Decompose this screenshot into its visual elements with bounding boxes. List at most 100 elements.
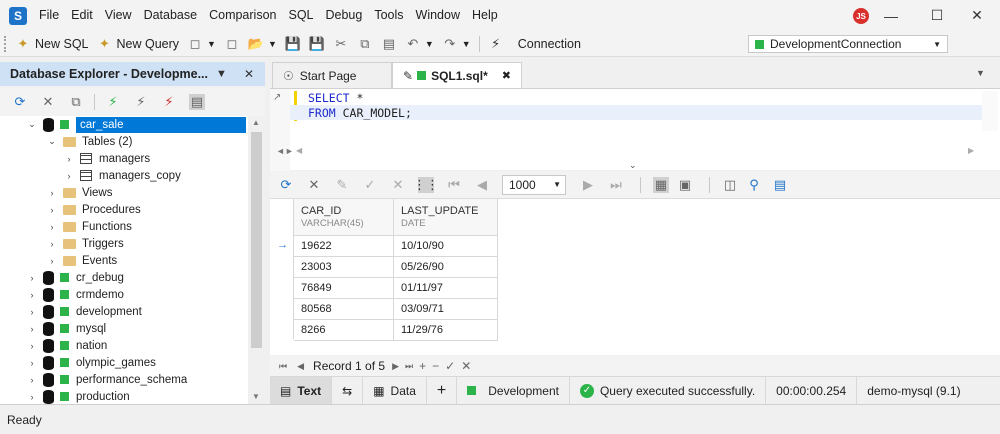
- redo-button[interactable]: ↷ ▼: [438, 33, 475, 55]
- first-page-icon[interactable]: ⏮: [446, 177, 462, 193]
- copy-button[interactable]: ⧉: [353, 33, 377, 55]
- explorer-scroll-thumb[interactable]: [251, 132, 262, 348]
- chevron-right-icon[interactable]: ›: [27, 307, 37, 317]
- close-panel-icon[interactable]: ✕: [244, 67, 254, 81]
- cut-button[interactable]: ✂: [329, 33, 353, 55]
- export-icon[interactable]: ▤: [772, 177, 788, 193]
- text-view-button[interactable]: ▤ Text: [270, 376, 333, 405]
- toolbar-grip[interactable]: [4, 35, 7, 52]
- duplicate-icon[interactable]: ⧉: [68, 94, 84, 110]
- tree-item-crmdemo[interactable]: › crmdemo: [27, 286, 124, 303]
- chevron-right-icon[interactable]: ›: [47, 239, 57, 249]
- close-window-icon[interactable]: ✕: [954, 0, 1000, 31]
- scroll-left-icon[interactable]: ◀: [296, 146, 302, 155]
- scroll-up-icon[interactable]: ▲: [252, 118, 260, 127]
- chevron-right-icon[interactable]: ›: [27, 392, 37, 402]
- tree-item-managers-copy[interactable]: › managers_copy: [64, 167, 181, 184]
- table-cell[interactable]: 05/26/90: [394, 257, 498, 278]
- scroll-right-icon[interactable]: ▶: [968, 146, 974, 155]
- tree-item-olympic-games[interactable]: › olympic_games: [27, 354, 156, 371]
- chevron-right-icon[interactable]: ›: [27, 290, 37, 300]
- tabs-overflow-icon[interactable]: ▼: [976, 68, 985, 78]
- tree-item-tables-2-[interactable]: ⌄ Tables (2): [47, 133, 132, 150]
- paste-button[interactable]: ▤: [377, 33, 401, 55]
- new-sql-button[interactable]: ✦ New SQL: [11, 33, 93, 55]
- editor-scrollbar[interactable]: [982, 91, 998, 131]
- next-page-icon[interactable]: ▶: [580, 177, 596, 193]
- add-record-icon[interactable]: +: [419, 359, 426, 373]
- remove-record-icon[interactable]: −: [432, 359, 439, 373]
- cancel-record-icon[interactable]: ✕: [461, 359, 471, 373]
- user-avatar[interactable]: JS: [853, 8, 869, 24]
- tree-item-car-sale[interactable]: ⌄ car_sale: [27, 116, 246, 133]
- apply-icon[interactable]: ✓: [362, 177, 378, 193]
- close-tab-icon[interactable]: ✖: [502, 69, 511, 82]
- tree-item-nation[interactable]: › nation: [27, 337, 107, 354]
- pagination-icon[interactable]: ⋮⋮: [413, 176, 439, 193]
- collapse-editor-icon[interactable]: ↗: [273, 92, 287, 106]
- table-cell[interactable]: 10/10/90: [394, 236, 498, 257]
- undo-button[interactable]: ↶ ▼: [401, 33, 438, 55]
- tree-item-cr-debug[interactable]: › cr_debug: [27, 269, 124, 286]
- switch-view-button[interactable]: ⇆: [332, 376, 364, 405]
- pin-icon[interactable]: ▼: [216, 68, 227, 80]
- new-file-button[interactable]: ◻: [220, 33, 244, 55]
- table-cell[interactable]: 80568: [294, 299, 394, 320]
- tab-start-page[interactable]: ☉ Start Page: [272, 62, 392, 88]
- delete-icon[interactable]: ✕: [40, 94, 56, 110]
- tree-item-performance-schema[interactable]: › performance_schema: [27, 371, 187, 388]
- chevron-right-icon[interactable]: ›: [27, 324, 37, 334]
- columns-icon[interactable]: ◫: [722, 177, 738, 193]
- tab-sql1[interactable]: ✎ SQL1.sql* ✖: [392, 62, 522, 88]
- menu-edit[interactable]: Edit: [65, 0, 99, 31]
- prev-page-icon[interactable]: ◀: [474, 177, 490, 193]
- table-cell[interactable]: 76849: [294, 278, 394, 299]
- tree-item-functions[interactable]: › Functions: [47, 218, 132, 235]
- connect-icon[interactable]: ⚡: [133, 94, 149, 110]
- connection-select[interactable]: DevelopmentConnection ▼: [748, 35, 948, 53]
- new-query-button[interactable]: ✦ New Query: [93, 33, 184, 55]
- edit-icon[interactable]: ✎: [334, 177, 350, 193]
- column-header-car-id[interactable]: CAR_ID VARCHAR(45): [294, 199, 394, 236]
- tree-item-views[interactable]: › Views: [47, 184, 113, 201]
- menu-view[interactable]: View: [99, 0, 138, 31]
- chevron-right-icon[interactable]: ›: [27, 341, 37, 351]
- rows-per-page-select[interactable]: 1000 ▼: [502, 174, 566, 195]
- table-cell[interactable]: 8266: [294, 320, 394, 341]
- open-button[interactable]: 📂 ▼: [244, 33, 281, 55]
- tree-item-procedures[interactable]: › Procedures: [47, 201, 141, 218]
- tree-item-production[interactable]: › production: [27, 388, 130, 404]
- tree-item-managers[interactable]: › managers: [64, 150, 151, 167]
- menu-tools[interactable]: Tools: [368, 0, 409, 31]
- splitter-chevron-icon[interactable]: ⌄: [629, 160, 637, 171]
- chevron-right-icon[interactable]: ›: [27, 273, 37, 283]
- menu-debug[interactable]: Debug: [320, 0, 369, 31]
- table-cell[interactable]: 01/11/97: [394, 278, 498, 299]
- hsplit-icon[interactable]: ◄►: [276, 146, 294, 156]
- menu-sql[interactable]: SQL: [282, 0, 319, 31]
- chevron-down-icon[interactable]: ⌄: [27, 119, 37, 130]
- chevron-right-icon[interactable]: ›: [47, 222, 57, 232]
- prev-record-icon[interactable]: ◀: [297, 361, 304, 372]
- chevron-right-icon[interactable]: ›: [64, 171, 74, 181]
- add-view-button[interactable]: +: [427, 376, 458, 405]
- table-cell[interactable]: 11/29/76: [394, 320, 498, 341]
- last-record-icon[interactable]: ⏭: [405, 361, 413, 372]
- table-cell[interactable]: 03/09/71: [394, 299, 498, 320]
- save-all-button[interactable]: 💾: [305, 33, 329, 55]
- menu-window[interactable]: Window: [410, 0, 466, 31]
- column-header-last-update[interactable]: LAST_UPDATE DATE: [394, 199, 498, 236]
- chevron-right-icon[interactable]: ›: [64, 154, 74, 164]
- sql-editor[interactable]: ↗ SELECT * FROM CAR_MODEL; ◄► ◀ ▶ ⌄: [270, 88, 1000, 171]
- grid-view-icon[interactable]: ▦: [653, 176, 669, 193]
- chevron-right-icon[interactable]: ›: [27, 375, 37, 385]
- new-document-button[interactable]: ◻ ▼: [183, 33, 220, 55]
- chevron-right-icon[interactable]: ›: [47, 188, 57, 198]
- chevron-right-icon[interactable]: ›: [27, 358, 37, 368]
- first-record-icon[interactable]: ⏮: [279, 361, 287, 372]
- chevron-right-icon[interactable]: ›: [47, 205, 57, 215]
- menu-database[interactable]: Database: [138, 0, 204, 31]
- menu-comparison[interactable]: Comparison: [203, 0, 282, 31]
- tree-item-events[interactable]: › Events: [47, 252, 118, 269]
- minimize-icon[interactable]: —: [868, 0, 914, 31]
